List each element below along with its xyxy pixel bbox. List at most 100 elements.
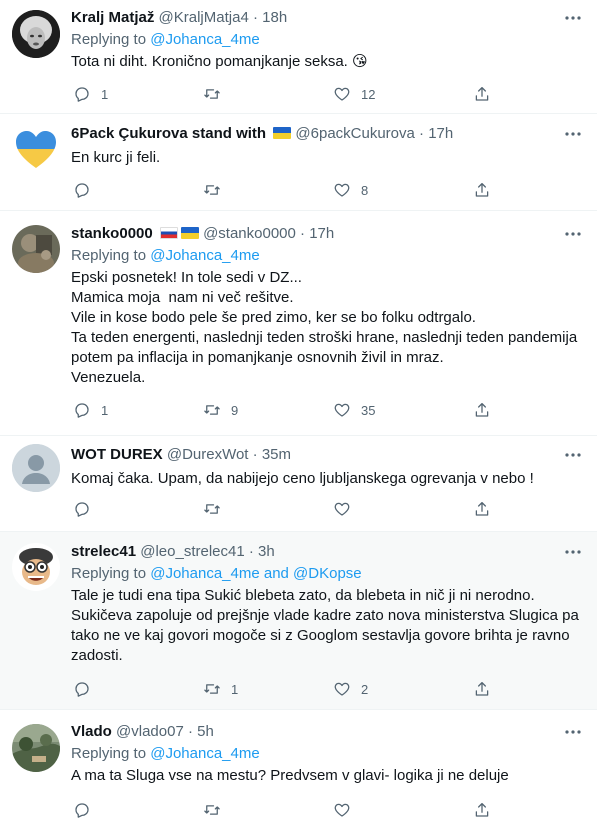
display-name[interactable]: stanko0000: [71, 225, 153, 242]
replying-prefix: Replying to: [71, 31, 151, 48]
display-name[interactable]: Kralj Matjaž: [71, 9, 154, 26]
timestamp[interactable]: 5h: [197, 723, 214, 740]
retweet-icon: [204, 504, 220, 514]
tweet[interactable]: WOT DUREX @DurexWot · 35m Komaj čaka. Up…: [0, 436, 597, 532]
tweet-text: Tota ni diht. Kronično pomanjkanje seksa…: [71, 53, 368, 70]
tweet-text: Komaj čaka. Upam, da nabijejo ceno ljubl…: [71, 470, 534, 487]
user-handle[interactable]: @KraljMatja4: [159, 9, 249, 26]
user-handle[interactable]: @6packCukurova: [295, 125, 414, 142]
tweet[interactable]: Kralj Matjaž @KraljMatja4 · 18h Replying…: [0, 0, 597, 114]
share-icon: [475, 802, 489, 817]
tweet-actions: 1 2: [63, 679, 503, 699]
replying-to: Replying to @Johanca_4me: [71, 246, 583, 266]
tweet-text: Tale je tudi ena tipa Sukić blebeta zato…: [71, 587, 583, 664]
like-count: 12: [361, 86, 376, 102]
heart-icon: [334, 403, 350, 417]
display-name[interactable]: strelec41: [71, 543, 136, 560]
cartoon-pilot-avatar[interactable]: [12, 543, 60, 591]
like-button[interactable]: 2: [333, 679, 368, 699]
tweet[interactable]: stanko0000 @stanko0000 · 17h Replying to…: [0, 211, 597, 436]
reply-icon: [75, 502, 89, 517]
tweet[interactable]: strelec41 @leo_strelec41 · 3h Replying t…: [0, 532, 597, 710]
more-options-icon[interactable]: [563, 542, 583, 562]
timestamp[interactable]: 17h: [309, 225, 334, 242]
like-count: 8: [361, 182, 369, 198]
reply-icon: [75, 803, 89, 818]
reply-button[interactable]: [73, 679, 101, 699]
retweet-button[interactable]: [203, 84, 231, 104]
mention-link[interactable]: @Johanca_4me: [150, 31, 259, 48]
retweet-button[interactable]: 1: [203, 679, 238, 699]
separator-dot: ·: [187, 723, 193, 740]
mention-link[interactable]: @Johanca_4me: [150, 247, 259, 264]
more-options-icon[interactable]: [563, 8, 583, 28]
display-name[interactable]: Vlado: [71, 723, 112, 740]
separator-dot: ·: [252, 446, 258, 463]
reply-icon: [75, 403, 89, 418]
timestamp[interactable]: 35m: [262, 446, 291, 463]
reply-button[interactable]: [73, 499, 101, 519]
display-name[interactable]: 6Pack Çukurova stand with: [71, 125, 266, 142]
replying-prefix: Replying to: [71, 247, 151, 264]
retweet-button[interactable]: [203, 499, 231, 519]
tweet[interactable]: Vlado @vlado07 · 5h Replying to @Johanca…: [0, 710, 597, 822]
heart-icon: [334, 803, 350, 817]
more-options-icon[interactable]: [563, 445, 583, 465]
share-button[interactable]: [473, 679, 491, 699]
share-button[interactable]: [473, 800, 491, 820]
reply-button[interactable]: [73, 180, 101, 200]
share-icon: [475, 86, 489, 101]
ukraine-flag-icon: [180, 227, 199, 239]
separator-dot: ·: [300, 225, 306, 242]
retweet-icon: [204, 684, 220, 694]
like-button[interactable]: 35: [333, 400, 375, 420]
more-options-icon[interactable]: [563, 224, 583, 244]
user-handle[interactable]: @DurexWot: [167, 446, 249, 463]
tweet[interactable]: 6Pack Çukurova stand with @6packCukurova…: [0, 114, 597, 211]
more-options-icon[interactable]: [563, 722, 583, 742]
like-button[interactable]: 8: [333, 180, 368, 200]
display-name[interactable]: WOT DUREX: [71, 446, 163, 463]
slovenia-flag-icon: [159, 227, 178, 239]
landscape-avatar[interactable]: [12, 724, 60, 772]
like-button[interactable]: 12: [333, 84, 375, 104]
share-button[interactable]: [473, 499, 491, 519]
heart-icon: [334, 682, 350, 696]
ukraine-flag-icon: [273, 127, 292, 139]
replying-prefix: Replying to: [71, 745, 151, 762]
reply-button[interactable]: 1: [73, 84, 108, 104]
photo-avatar[interactable]: [12, 225, 60, 273]
separator-dot: ·: [248, 543, 254, 560]
share-button[interactable]: [473, 180, 491, 200]
tweet-actions: 1 12: [63, 84, 503, 104]
default-avatar[interactable]: [12, 444, 60, 492]
timestamp[interactable]: 18h: [262, 9, 287, 26]
user-handle[interactable]: @vlado07: [116, 723, 184, 740]
user-handle[interactable]: @stanko0000: [203, 225, 296, 242]
separator-dot: ·: [252, 9, 258, 26]
separator-dot: ·: [419, 125, 425, 142]
mention-link[interactable]: @Johanca_4me and @DKopse: [150, 565, 361, 582]
share-icon: [475, 681, 489, 696]
share-button[interactable]: [473, 400, 491, 420]
retweet-icon: [204, 405, 220, 415]
user-handle[interactable]: @leo_strelec41: [140, 543, 244, 560]
retweet-button[interactable]: [203, 180, 231, 200]
retweet-button[interactable]: 9: [203, 400, 238, 420]
retweet-button[interactable]: [203, 800, 231, 820]
timestamp[interactable]: 17h: [428, 125, 453, 142]
reply-button[interactable]: [73, 800, 101, 820]
marilyn-avatar[interactable]: [12, 10, 60, 58]
tweet-text: En kurc ji feli.: [71, 149, 161, 166]
share-button[interactable]: [473, 84, 491, 104]
like-button[interactable]: [333, 499, 361, 519]
more-options-icon[interactable]: [563, 124, 583, 144]
like-button[interactable]: [333, 800, 361, 820]
like-count: 2: [361, 681, 369, 697]
ukraine-heart-avatar[interactable]: [12, 126, 60, 174]
retweet-icon: [204, 805, 220, 815]
mention-link[interactable]: @Johanca_4me: [150, 745, 259, 762]
reply-button[interactable]: 1: [73, 400, 108, 420]
reply-count: 1: [101, 86, 109, 102]
timestamp[interactable]: 3h: [258, 543, 275, 560]
